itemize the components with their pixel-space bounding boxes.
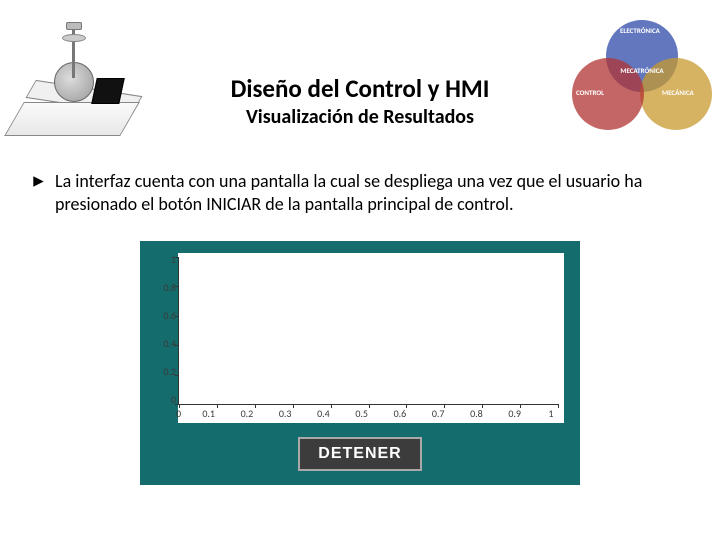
x-tick-label: 0.2 (241, 407, 254, 423)
x-tick-label: 0.5 (355, 407, 368, 423)
title-block: Diseño del Control y HMI Visualización d… (150, 75, 570, 129)
plot-area (178, 257, 558, 405)
x-tick-label: 0.3 (279, 407, 292, 423)
triangle-bullet-icon (32, 174, 45, 193)
bullet-text: La interfaz cuenta con una pantalla la c… (55, 170, 688, 215)
x-tick-label: 0.1 (202, 407, 215, 423)
venn-diagram: ELECTRÓNICA CONTROL MECÁNICA MECATRÓNICA (572, 18, 712, 138)
x-axis-labels: 0 0.1 0.2 0.3 0.4 0.5 0.6 0.7 0.8 0.9 1 (178, 407, 558, 423)
x-tick-label: 0.8 (470, 407, 483, 423)
page-subtitle: Visualización de Resultados (150, 105, 570, 129)
results-chart: 1 0.8 0.6 0.4 0.2 0 0 0.1 0.2 0.3 0.4 0.5 0.6 0.7 0.8… (178, 253, 564, 423)
x-tick-label: 0 (176, 407, 181, 423)
mechanical-illustration (8, 18, 138, 138)
venn-left-label: CONTROL (576, 88, 604, 97)
hmi-results-panel: 10.80.60.40.20 0 0.1 0.2 0.3 0.4 0.5 0.6 0.7 0.8… (140, 241, 580, 485)
venn-right-label: MECÁNICA (662, 88, 694, 97)
x-tick-label: 0.7 (432, 407, 445, 423)
venn-top-label: ELECTRÓNICA (620, 26, 660, 35)
y-axis-labels: 10.80.60.40.20 (148, 253, 176, 405)
bullet-list: La interfaz cuenta con una pantalla la c… (32, 170, 688, 215)
page-title: Diseño del Control y HMI (150, 75, 570, 103)
x-tick-label: 0.4 (317, 407, 330, 423)
y-tick-label: 0.4 (163, 339, 176, 349)
venn-center-label: MECATRÓNICA (612, 66, 672, 75)
x-tick-label: 0.6 (394, 407, 407, 423)
bullet-item: La interfaz cuenta con una pantalla la c… (32, 170, 688, 215)
y-tick-label: 0.8 (163, 283, 176, 293)
x-tick-label: 0.9 (508, 407, 521, 423)
x-tick-label: 1 (548, 407, 553, 423)
slide-header: Diseño del Control y HMI Visualización d… (0, 0, 720, 150)
stop-button[interactable]: DETENER (298, 437, 421, 471)
